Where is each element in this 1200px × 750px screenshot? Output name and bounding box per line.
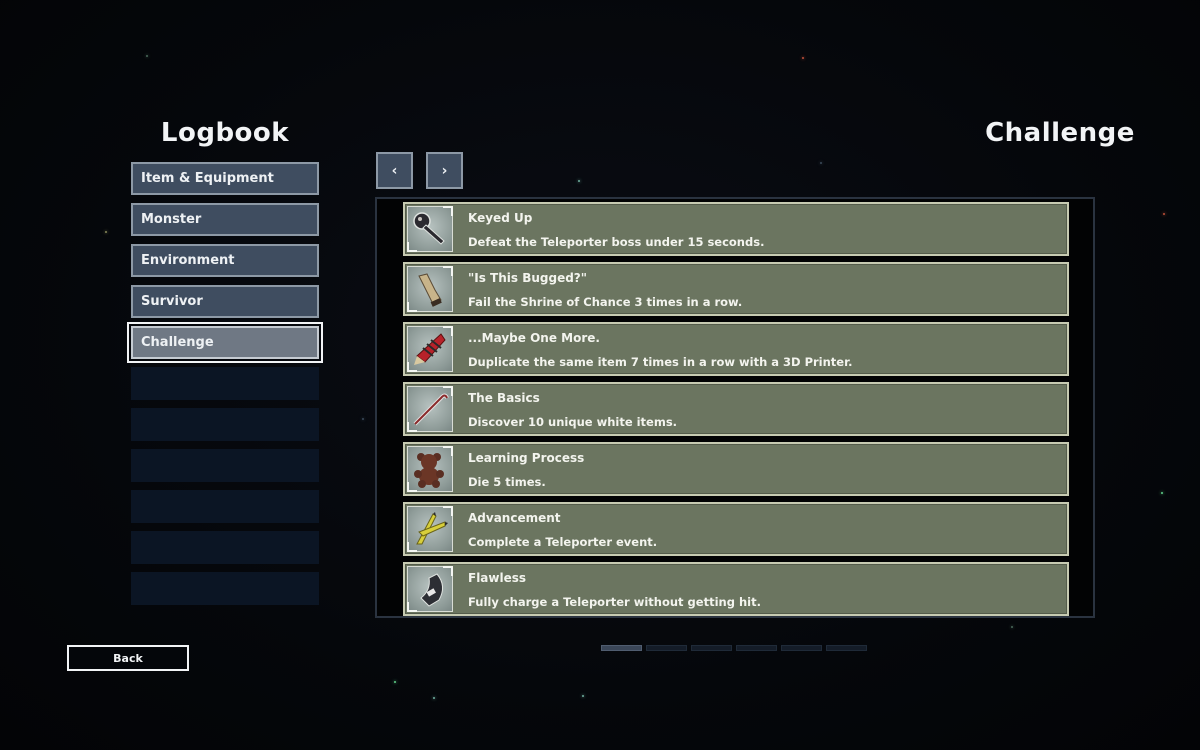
page-indicator-3[interactable]	[691, 645, 732, 651]
crossed-horns-icon	[407, 506, 453, 552]
firework-icon	[407, 326, 453, 372]
back-button[interactable]: Back	[67, 645, 189, 671]
challenge-entry[interactable]: The Basics Discover 10 unique white item…	[403, 382, 1069, 436]
nav-item-environment[interactable]: Environment	[131, 244, 319, 277]
next-page-button[interactable]: ›	[426, 152, 463, 189]
challenge-name: Learning Process	[468, 451, 585, 465]
nav-item-label: Challenge	[141, 335, 214, 350]
challenge-description: Die 5 times.	[468, 475, 546, 489]
challenge-description: Fully charge a Teleporter without gettin…	[468, 595, 761, 609]
nav-item-item-equipment[interactable]: Item & Equipment	[131, 162, 319, 195]
star	[1011, 626, 1013, 628]
section-title: Challenge	[985, 118, 1135, 148]
logbook-category-nav: Item & Equipment Monster Environment Sur…	[127, 162, 323, 613]
empty-nav-slot	[131, 531, 319, 564]
star	[362, 418, 364, 420]
page-indicator-1[interactable]	[601, 645, 642, 651]
star	[1161, 492, 1163, 494]
challenge-entry[interactable]: Advancement Complete a Teleporter event.	[403, 502, 1069, 556]
star	[394, 681, 396, 683]
empty-nav-slot	[131, 408, 319, 441]
page-indicator	[601, 645, 867, 651]
star	[1163, 213, 1165, 215]
nav-item-label: Item & Equipment	[141, 171, 274, 186]
challenge-entry[interactable]: Keyed Up Defeat the Teleporter boss unde…	[403, 202, 1069, 256]
nav-item-label: Survivor	[141, 294, 203, 309]
logbook-title: Logbook	[160, 118, 290, 148]
challenge-entry[interactable]: ...Maybe One More. Duplicate the same it…	[403, 322, 1069, 376]
challenge-name: Advancement	[468, 511, 561, 525]
star	[433, 697, 435, 699]
challenge-description: Complete a Teleporter event.	[468, 535, 658, 549]
challenge-name: Keyed Up	[468, 211, 533, 225]
empty-nav-slot	[131, 572, 319, 605]
empty-nav-slot	[131, 490, 319, 523]
challenge-description: Discover 10 unique white items.	[468, 415, 678, 429]
key-icon	[407, 206, 453, 252]
nav-item-survivor[interactable]: Survivor	[131, 285, 319, 318]
challenge-entry[interactable]: Learning Process Die 5 times.	[403, 442, 1069, 496]
star	[802, 57, 804, 59]
chevron-right-icon: ›	[441, 162, 448, 179]
chevron-left-icon: ‹	[391, 162, 398, 179]
page-indicator-4[interactable]	[736, 645, 777, 651]
star	[820, 162, 822, 164]
empty-nav-slot	[131, 449, 319, 482]
challenge-description: Duplicate the same item 7 times in a row…	[468, 355, 853, 369]
previous-page-button[interactable]: ‹	[376, 152, 413, 189]
crowbar-icon	[407, 386, 453, 432]
page-indicator-5[interactable]	[781, 645, 822, 651]
bandage-roll-icon	[407, 266, 453, 312]
empty-nav-slot	[131, 367, 319, 400]
star	[146, 55, 148, 57]
page-indicator-2[interactable]	[646, 645, 687, 651]
challenge-description: Fail the Shrine of Chance 3 times in a r…	[468, 295, 743, 309]
nav-item-label: Monster	[141, 212, 202, 227]
challenge-name: "Is This Bugged?"	[468, 271, 588, 285]
star	[105, 231, 107, 233]
challenge-name: Flawless	[468, 571, 527, 585]
armor-plate-icon	[407, 566, 453, 612]
nav-item-monster[interactable]: Monster	[131, 203, 319, 236]
challenge-list: Keyed Up Defeat the Teleporter boss unde…	[375, 197, 1095, 618]
nav-item-challenge[interactable]: Challenge	[127, 322, 323, 363]
challenge-name: The Basics	[468, 391, 540, 405]
page-indicator-6[interactable]	[826, 645, 867, 651]
challenge-description: Defeat the Teleporter boss under 15 seco…	[468, 235, 765, 249]
nav-item-label: Environment	[141, 253, 235, 268]
teddy-bear-icon	[407, 446, 453, 492]
star	[582, 695, 584, 697]
challenge-name: ...Maybe One More.	[468, 331, 600, 345]
challenge-entry[interactable]: Flawless Fully charge a Teleporter witho…	[403, 562, 1069, 616]
challenge-entry[interactable]: "Is This Bugged?" Fail the Shrine of Cha…	[403, 262, 1069, 316]
star	[578, 180, 580, 182]
